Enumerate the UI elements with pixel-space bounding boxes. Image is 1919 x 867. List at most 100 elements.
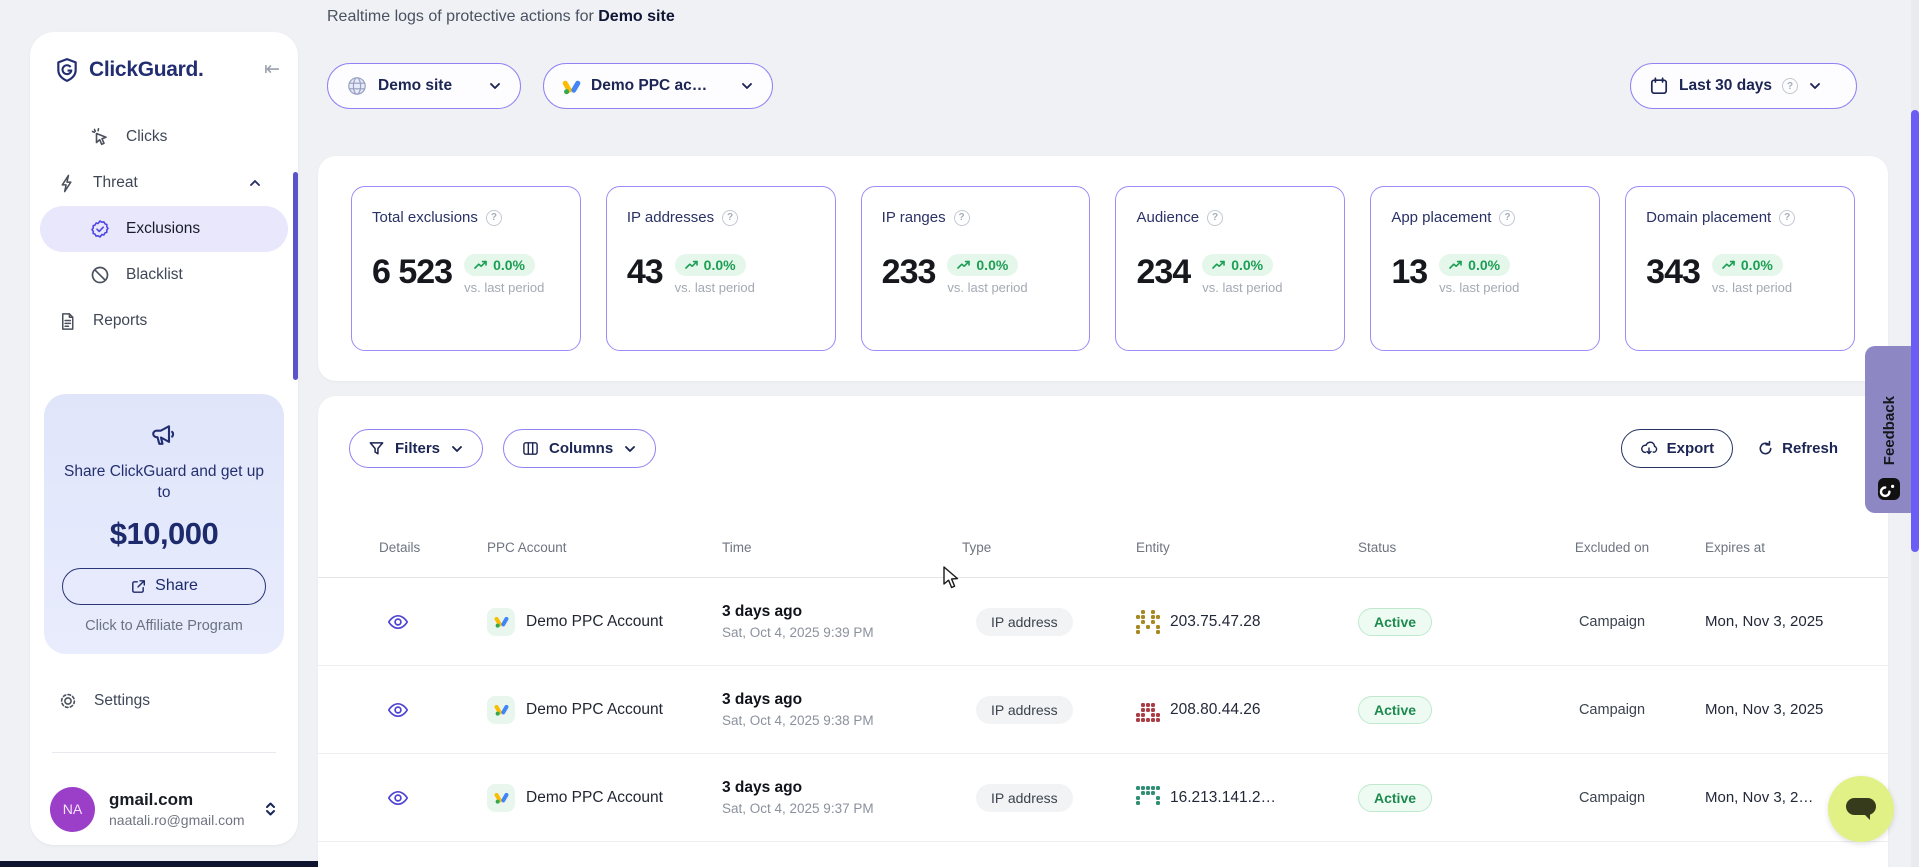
account-email: naatali.ro@gmail.com <box>109 812 245 828</box>
columns-button[interactable]: Columns <box>503 429 656 468</box>
nav-section-indicator <box>293 172 298 380</box>
stat-label: App placement <box>1391 209 1491 226</box>
view-details-eye-icon[interactable] <box>379 699 487 721</box>
export-button[interactable]: Export <box>1621 429 1734 468</box>
col-details: Details <box>379 540 487 555</box>
feedback-label: Feedback <box>1881 396 1898 465</box>
chevron-up-icon <box>248 176 262 190</box>
sidebar-item-settings[interactable]: Settings <box>40 678 288 724</box>
stats-panel: Total exclusions? 6 523 0.0% vs. last pe… <box>318 156 1888 381</box>
stat-label: Domain placement <box>1646 209 1771 226</box>
stat-label: Total exclusions <box>372 209 478 226</box>
ppc-account-name: Demo PPC Account <box>526 701 663 719</box>
affiliate-promo-card[interactable]: Share ClickGuard and get up to $10,000 S… <box>44 394 284 654</box>
sidebar-item-threat[interactable]: Threat <box>40 160 288 206</box>
help-icon: ? <box>1782 78 1798 94</box>
refresh-button[interactable]: Refresh <box>1757 440 1838 457</box>
filters-button[interactable]: Filters <box>349 429 483 468</box>
col-expires-at: Expires at <box>1662 540 1868 555</box>
relative-time: 3 days ago <box>722 691 962 709</box>
globe-icon <box>346 75 368 97</box>
trend-badge: 0.0% <box>1712 254 1783 276</box>
lightning-icon <box>58 174 77 193</box>
timestamp: Sat, Oct 4, 2025 9:39 PM <box>722 625 962 640</box>
sidebar-item-exclusions[interactable]: Exclusions <box>40 206 288 252</box>
refresh-icon <box>1757 440 1774 457</box>
table-row[interactable]: Demo PPC Account 3 days agoSat, Oct 4, 2… <box>318 666 1888 754</box>
account-switcher[interactable]: NA gmail.com naatali.ro@gmail.com <box>40 787 288 832</box>
columns-icon <box>522 440 539 457</box>
account-name: gmail.com <box>109 790 245 810</box>
timestamp: Sat, Oct 4, 2025 9:37 PM <box>722 801 962 816</box>
view-details-eye-icon[interactable] <box>379 787 487 809</box>
site-selector[interactable]: Demo site <box>327 63 521 109</box>
help-icon[interactable]: ? <box>954 210 970 226</box>
external-link-icon <box>130 578 147 595</box>
table-row[interactable]: Demo PPC Account 3 days agoSat, Oct 4, 2… <box>318 578 1888 666</box>
help-icon[interactable]: ? <box>1207 210 1223 226</box>
page-subtitle: Realtime logs of protective actions for … <box>327 8 675 26</box>
stat-value: 234 <box>1136 254 1190 291</box>
col-status: Status <box>1358 540 1562 555</box>
stat-value: 43 <box>627 254 663 291</box>
chevron-down-icon <box>488 79 502 93</box>
sidebar-item-label: Clicks <box>126 128 167 146</box>
bottom-edge-strip <box>0 861 318 867</box>
help-icon[interactable]: ? <box>1499 210 1515 226</box>
sidebar-collapse-icon[interactable]: ⇤ <box>264 58 280 81</box>
ppc-account-selector[interactable]: Demo PPC ac… <box>543 63 773 109</box>
sidebar-item-clicks[interactable]: Clicks <box>40 114 288 160</box>
stat-compare: vs. last period <box>1712 280 1792 295</box>
table-row-partial[interactable]: 3 days ago <box>318 842 1888 867</box>
ban-icon <box>90 265 110 285</box>
ppc-account-selector-value: Demo PPC ac… <box>591 77 707 95</box>
exclusions-table-panel: Filters Columns Export Refresh Details P… <box>318 396 1888 867</box>
brand-logo: ClickGuard. ⇤ <box>40 56 288 84</box>
entity-value: 16.213.141.2… <box>1170 789 1276 807</box>
type-badge: IP address <box>976 608 1073 636</box>
promo-amount: $10,000 <box>62 516 266 552</box>
view-details-eye-icon[interactable] <box>379 611 487 633</box>
date-range-selector[interactable]: Last 30 days ? <box>1630 63 1857 109</box>
stat-compare: vs. last period <box>1439 280 1519 295</box>
sidebar-item-label: Settings <box>94 692 150 710</box>
stat-label: IP addresses <box>627 209 714 226</box>
trend-up-icon <box>474 260 488 270</box>
stat-value: 343 <box>1646 254 1700 291</box>
help-icon[interactable]: ? <box>722 210 738 226</box>
stat-label: Audience <box>1136 209 1199 226</box>
brand-name: ClickGuard. <box>89 58 204 82</box>
trend-badge: 0.0% <box>464 254 535 276</box>
affiliate-link-text[interactable]: Click to Affiliate Program <box>62 618 266 634</box>
status-badge: Active <box>1358 784 1432 812</box>
subtitle-text: Realtime logs of protective actions for <box>327 8 594 25</box>
share-button[interactable]: Share <box>62 568 266 605</box>
scrollbar-thumb[interactable] <box>1911 110 1919 552</box>
col-ppc-account: PPC Account <box>487 540 722 555</box>
usersnap-icon <box>1877 477 1901 501</box>
stat-compare: vs. last period <box>675 280 755 295</box>
sidebar-item-reports[interactable]: Reports <box>40 298 288 344</box>
table-toolbar: Filters Columns Export Refresh <box>318 429 1888 468</box>
chevron-up-down-icon[interactable] <box>263 799 278 819</box>
excluded-on-value: Campaign <box>1562 790 1662 806</box>
entity-identicon <box>1136 786 1160 810</box>
col-excluded-on: Excluded on <box>1562 539 1662 557</box>
gear-icon <box>58 691 78 711</box>
help-icon[interactable]: ? <box>1779 210 1795 226</box>
stat-compare: vs. last period <box>464 280 544 295</box>
table-row[interactable]: Demo PPC Account 3 days agoSat, Oct 4, 2… <box>318 754 1888 842</box>
type-badge: IP address <box>976 696 1073 724</box>
stat-card-total-exclusions: Total exclusions? 6 523 0.0% vs. last pe… <box>351 186 581 351</box>
funnel-icon <box>368 440 385 457</box>
help-icon[interactable]: ? <box>486 210 502 226</box>
entity-value: 208.80.44.26 <box>1170 701 1261 719</box>
cloud-download-icon <box>1640 440 1658 458</box>
chat-launcher-button[interactable] <box>1828 776 1894 842</box>
trend-up-icon <box>1212 260 1226 270</box>
sidebar-item-blacklist[interactable]: Blacklist <box>40 252 288 298</box>
stat-label: IP ranges <box>882 209 946 226</box>
status-badge: Active <box>1358 696 1432 724</box>
feedback-tab[interactable]: Feedback <box>1865 346 1913 513</box>
google-ads-icon <box>487 608 515 636</box>
